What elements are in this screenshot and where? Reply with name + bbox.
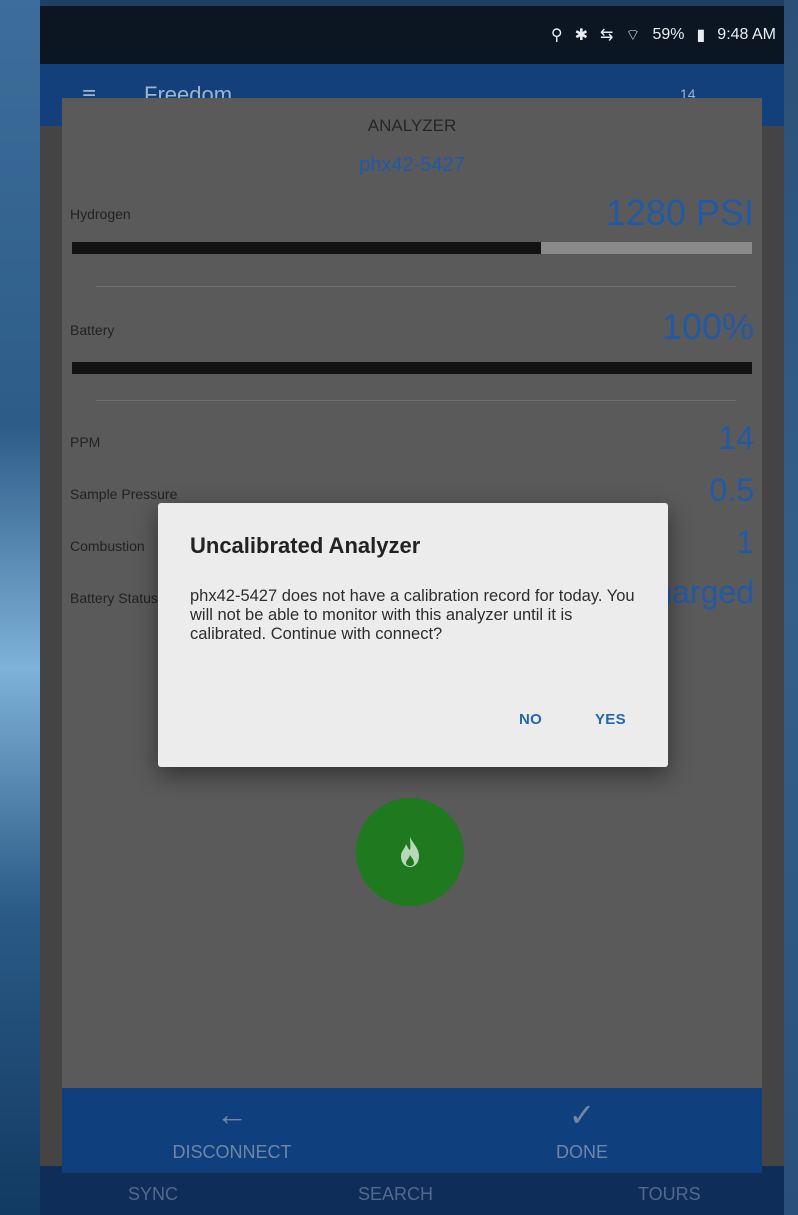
check-icon: ✓ [568, 1097, 596, 1133]
background-left-edge [0, 0, 40, 1215]
bluetooth-icon: ✱ [574, 27, 588, 44]
done-button[interactable]: ✓ DONE [482, 1088, 682, 1173]
analyzer-device-id: phx42-5427 [359, 154, 465, 176]
status-bar: ⚲ ✱ ⇆ ⌔ 59% ▮ 9:48 AM [40, 6, 784, 64]
nav-search[interactable]: SEARCH [358, 1184, 433, 1205]
combustion-label: Combustion [70, 538, 145, 554]
battery-bar-fill [72, 362, 752, 374]
battery-bar [72, 362, 752, 374]
nav-tours[interactable]: TOURS [638, 1184, 701, 1205]
divider [96, 400, 736, 401]
clock: 9:48 AM [717, 26, 776, 43]
background-right-edge [784, 0, 798, 1215]
dialog-yes-button[interactable]: YES [595, 711, 626, 728]
battery-status-label: Battery Status [70, 590, 158, 606]
hydrogen-value: 1280 PSI [605, 192, 754, 233]
disconnect-label: DISCONNECT [172, 1142, 292, 1162]
flame-icon [401, 837, 419, 867]
signal-icon: ⇆ [600, 27, 614, 44]
ppm-label: PPM [70, 434, 101, 450]
uncalibrated-dialog: Uncalibrated Analyzer phx42-5427 does no… [158, 503, 668, 767]
location-icon: ⚲ [550, 27, 563, 44]
battery-label: Battery [70, 322, 115, 338]
dialog-message: phx42-5427 does not have a calibration r… [190, 587, 635, 643]
nav-sync[interactable]: SYNC [128, 1184, 178, 1205]
arrow-left-icon: ← [216, 1096, 248, 1132]
combustion-value: 1 [736, 524, 754, 560]
battery-percent: 59% [652, 26, 685, 43]
hydrogen-bar-fill [72, 242, 542, 254]
wifi-icon: ⌔ [625, 27, 641, 44]
analyzer-action-bar: ← DISCONNECT ✓ DONE [62, 1088, 762, 1173]
dialog-no-button[interactable]: NO [519, 711, 542, 728]
flame-button[interactable] [356, 798, 464, 906]
done-label: DONE [555, 1142, 608, 1162]
disconnect-button[interactable]: ← DISCONNECT [132, 1088, 332, 1173]
hydrogen-label: Hydrogen [70, 206, 131, 222]
analyzer-title: ANALYZER [367, 116, 457, 135]
ppm-value: 14 [718, 420, 754, 456]
bottom-nav: SYNC SEARCH TOURS [40, 1166, 784, 1215]
dialog-title: Uncalibrated Analyzer [190, 533, 421, 558]
sample-pressure-label: Sample Pressure [70, 486, 178, 502]
divider [96, 286, 736, 287]
battery-value: 100% [661, 306, 754, 347]
sample-pressure-value: 0.5 [709, 472, 754, 508]
hydrogen-bar [72, 242, 752, 254]
battery-icon: ▮ [696, 27, 706, 44]
